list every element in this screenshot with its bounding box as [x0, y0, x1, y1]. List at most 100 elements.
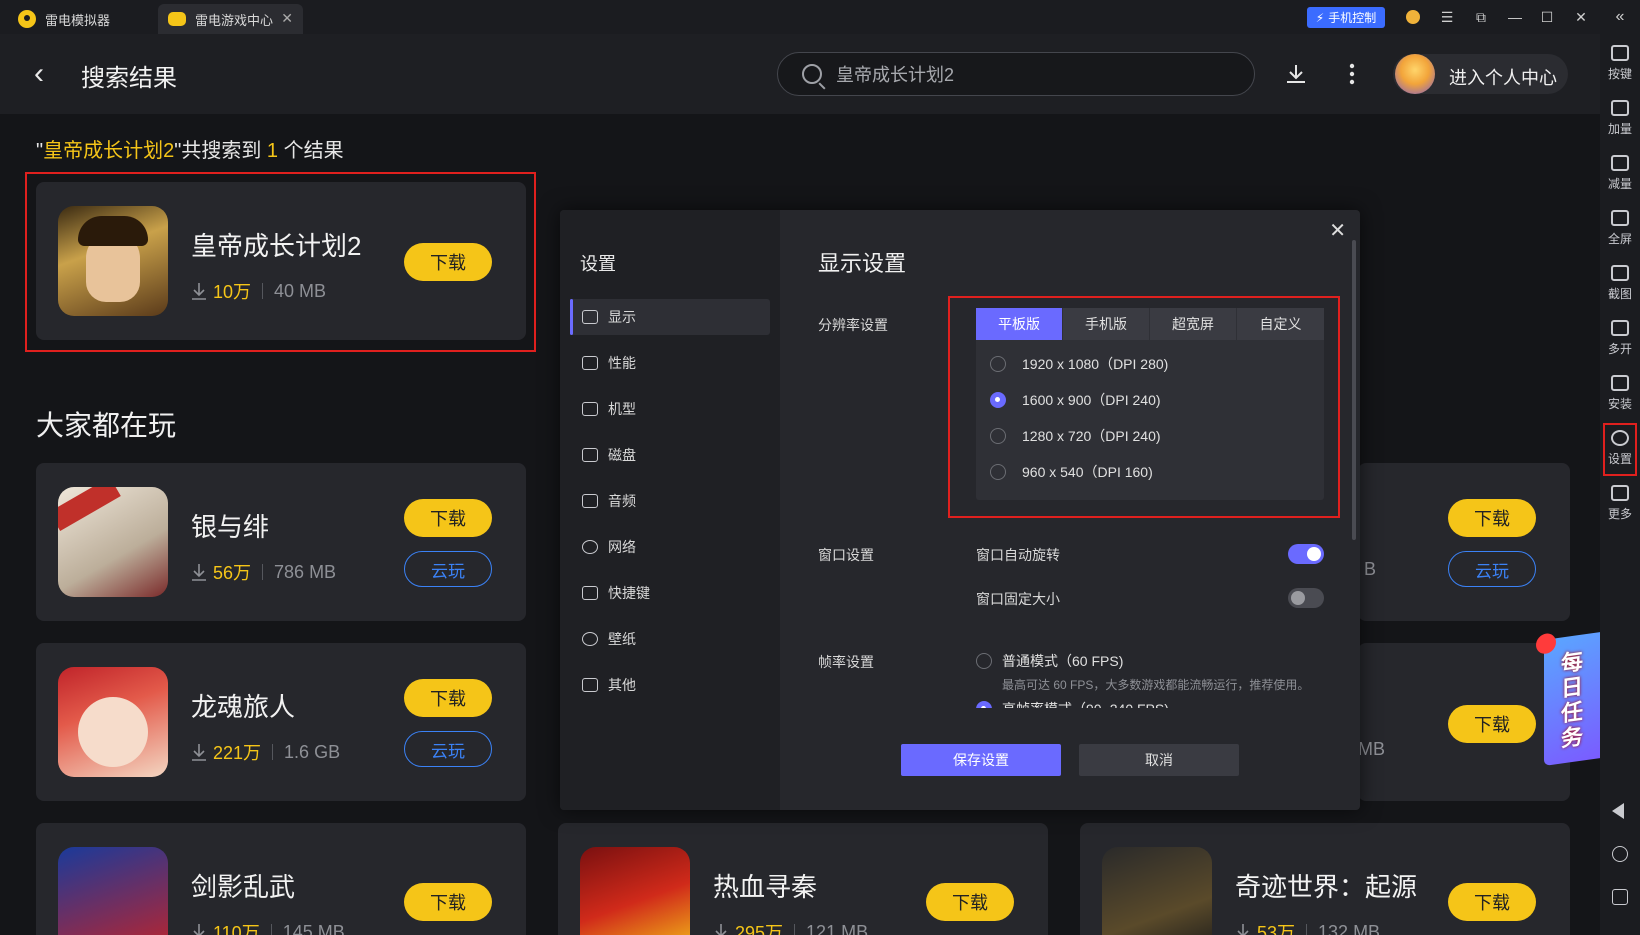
game-stats: 110万 145 MB [191, 919, 345, 935]
nav-audio[interactable]: 音频 [570, 483, 770, 519]
tab-custom[interactable]: 自定义 [1237, 308, 1324, 340]
minimize-icon[interactable]: — [1500, 0, 1530, 34]
game-card[interactable]: 剑影乱武 110万 145 MB 下载 [36, 823, 526, 935]
game-size: 121 MB [806, 921, 869, 935]
install-apk-button[interactable]: 安装 [1600, 369, 1640, 419]
search-bar[interactable] [777, 52, 1255, 96]
maximize-icon[interactable]: ☐ [1532, 0, 1562, 34]
divider [262, 283, 264, 299]
download-button[interactable]: 下载 [926, 883, 1014, 921]
volume-down-button[interactable]: 减量 [1600, 149, 1640, 199]
auto-rotate-toggle[interactable] [1288, 544, 1324, 564]
game-card-partial[interactable]: MB 下载 [1358, 643, 1570, 801]
volume-up-icon [1611, 100, 1629, 116]
download-button[interactable]: 下载 [404, 883, 492, 921]
radio[interactable] [976, 653, 992, 669]
radio[interactable] [990, 464, 1006, 480]
settings-button[interactable]: 设置 [1600, 424, 1640, 474]
tab-phone[interactable]: 手机版 [1063, 308, 1149, 340]
screenshot-button[interactable]: 截图 [1600, 259, 1640, 309]
restore-window-icon[interactable]: ⧉ [1466, 0, 1496, 34]
keymap-button[interactable]: 按键 [1600, 39, 1640, 89]
game-card[interactable]: 奇迹世界：起源 53万 132 MB 下载 [1080, 823, 1570, 935]
nav-other[interactable]: 其他 [570, 667, 770, 703]
nav-back-icon[interactable] [1612, 803, 1624, 819]
more-vertical-icon[interactable] [1348, 62, 1356, 86]
user-center-button[interactable]: 进入个人中心 [1393, 54, 1568, 94]
back-arrow-icon[interactable]: ‹ [34, 57, 64, 91]
download-button[interactable]: 下载 [1448, 705, 1536, 743]
nav-wallpaper[interactable]: 壁纸 [570, 621, 770, 657]
settings-nav-title: 设置 [580, 254, 616, 274]
toolbar-label: 加量 [1607, 122, 1632, 136]
resolution-option[interactable]: 1600 x 900（DPI 240) [990, 390, 1161, 410]
fixed-size-toggle[interactable] [1288, 588, 1324, 608]
download-button[interactable]: 下载 [1448, 883, 1536, 921]
nav-shortcuts[interactable]: 快捷键 [570, 575, 770, 611]
tab-emulator[interactable]: 雷电模拟器 [6, 4, 156, 34]
cancel-button[interactable]: 取消 [1079, 744, 1239, 776]
emoji-avatar-icon[interactable] [1398, 0, 1428, 34]
collapse-sidebar-icon[interactable]: « [1604, 0, 1636, 34]
fps-high-option[interactable]: 高帧率模式（90~240 FPS) [976, 699, 1169, 708]
download-count-icon [192, 564, 206, 581]
cloud-play-button[interactable]: 云玩 [404, 731, 492, 767]
menu-icon[interactable]: ☰ [1432, 0, 1462, 34]
nav-home-icon[interactable] [1612, 846, 1628, 862]
user-center-label: 进入个人中心 [1449, 68, 1557, 88]
fullscreen-button[interactable]: 全屏 [1600, 204, 1640, 254]
scissors-icon [1611, 265, 1629, 281]
download-button[interactable]: 下载 [1448, 499, 1536, 537]
download-button[interactable]: 下载 [404, 679, 492, 717]
download-button[interactable]: 下载 [404, 243, 492, 281]
volume-up-button[interactable]: 加量 [1600, 94, 1640, 144]
game-card[interactable]: 热血寻秦 295万 121 MB 下载 [558, 823, 1048, 935]
summary-mid: "共搜索到 [174, 140, 267, 162]
cloud-play-button[interactable]: 云玩 [404, 551, 492, 587]
more-button[interactable]: 更多 [1600, 479, 1640, 529]
settings-nav: 设置 显示 性能 机型 磁盘 音频 网络 快捷键 壁纸 其他 [560, 210, 780, 810]
tab-tablet[interactable]: 平板版 [976, 308, 1062, 340]
fps-normal-option[interactable]: 普通模式（60 FPS) [976, 651, 1123, 671]
nav-display[interactable]: 显示 [570, 299, 770, 335]
game-icon-sword [58, 847, 168, 935]
daily-task-badge[interactable]: 每日任务 [1536, 632, 1600, 766]
fps-label: 帧率设置 [818, 654, 874, 670]
multi-instance-button[interactable]: 多开 [1600, 314, 1640, 364]
nav-recents-icon[interactable] [1612, 889, 1628, 905]
tab-close-icon[interactable]: ✕ [281, 10, 293, 27]
tab-game-center[interactable]: 雷电游戏中心 ✕ [158, 4, 303, 34]
download-icon[interactable] [1284, 62, 1308, 86]
resolution-option[interactable]: 960 x 540（DPI 160) [990, 462, 1153, 482]
nav-disk[interactable]: 磁盘 [570, 437, 770, 473]
game-card[interactable]: 银与绯 56万 786 MB 下载 云玩 [36, 463, 526, 621]
search-input[interactable] [836, 53, 1236, 95]
nav-model[interactable]: 机型 [570, 391, 770, 427]
nav-network[interactable]: 网络 [570, 529, 770, 565]
phone-control-button[interactable]: ⚡ 手机控制 [1307, 7, 1385, 28]
result-card[interactable]: 皇帝成长计划2 10万 40 MB 下载 [36, 182, 526, 340]
apk-icon [1611, 375, 1629, 391]
resolution-option[interactable]: 1920 x 1080（DPI 280) [990, 354, 1168, 374]
option-label: 普通模式（60 FPS) [1002, 653, 1124, 669]
tab-ultrawide[interactable]: 超宽屏 [1150, 308, 1236, 340]
resolution-option[interactable]: 1280 x 720（DPI 240) [990, 426, 1161, 446]
game-size: 1.6 GB [284, 741, 341, 762]
radio-selected[interactable] [976, 701, 992, 708]
radio[interactable] [990, 356, 1006, 372]
summary-tail: 个结果 [278, 140, 344, 162]
nav-performance[interactable]: 性能 [570, 345, 770, 381]
game-size: 786 MB [274, 561, 337, 582]
close-window-icon[interactable]: ✕ [1566, 0, 1596, 34]
game-card[interactable]: 龙魂旅人 221万 1.6 GB 下载 云玩 [36, 643, 526, 801]
save-settings-button[interactable]: 保存设置 [901, 744, 1061, 776]
close-icon[interactable]: ✕ [1329, 218, 1346, 243]
device-icon [582, 402, 598, 416]
game-card-partial[interactable]: B 下载 云玩 [1358, 463, 1570, 621]
cloud-play-button[interactable]: 云玩 [1448, 551, 1536, 587]
radio[interactable] [990, 428, 1006, 444]
tab-game-center-label: 雷电游戏中心 [195, 12, 274, 28]
scrollbar[interactable] [1352, 240, 1356, 540]
radio-selected[interactable] [990, 392, 1006, 408]
download-button[interactable]: 下载 [404, 499, 492, 537]
